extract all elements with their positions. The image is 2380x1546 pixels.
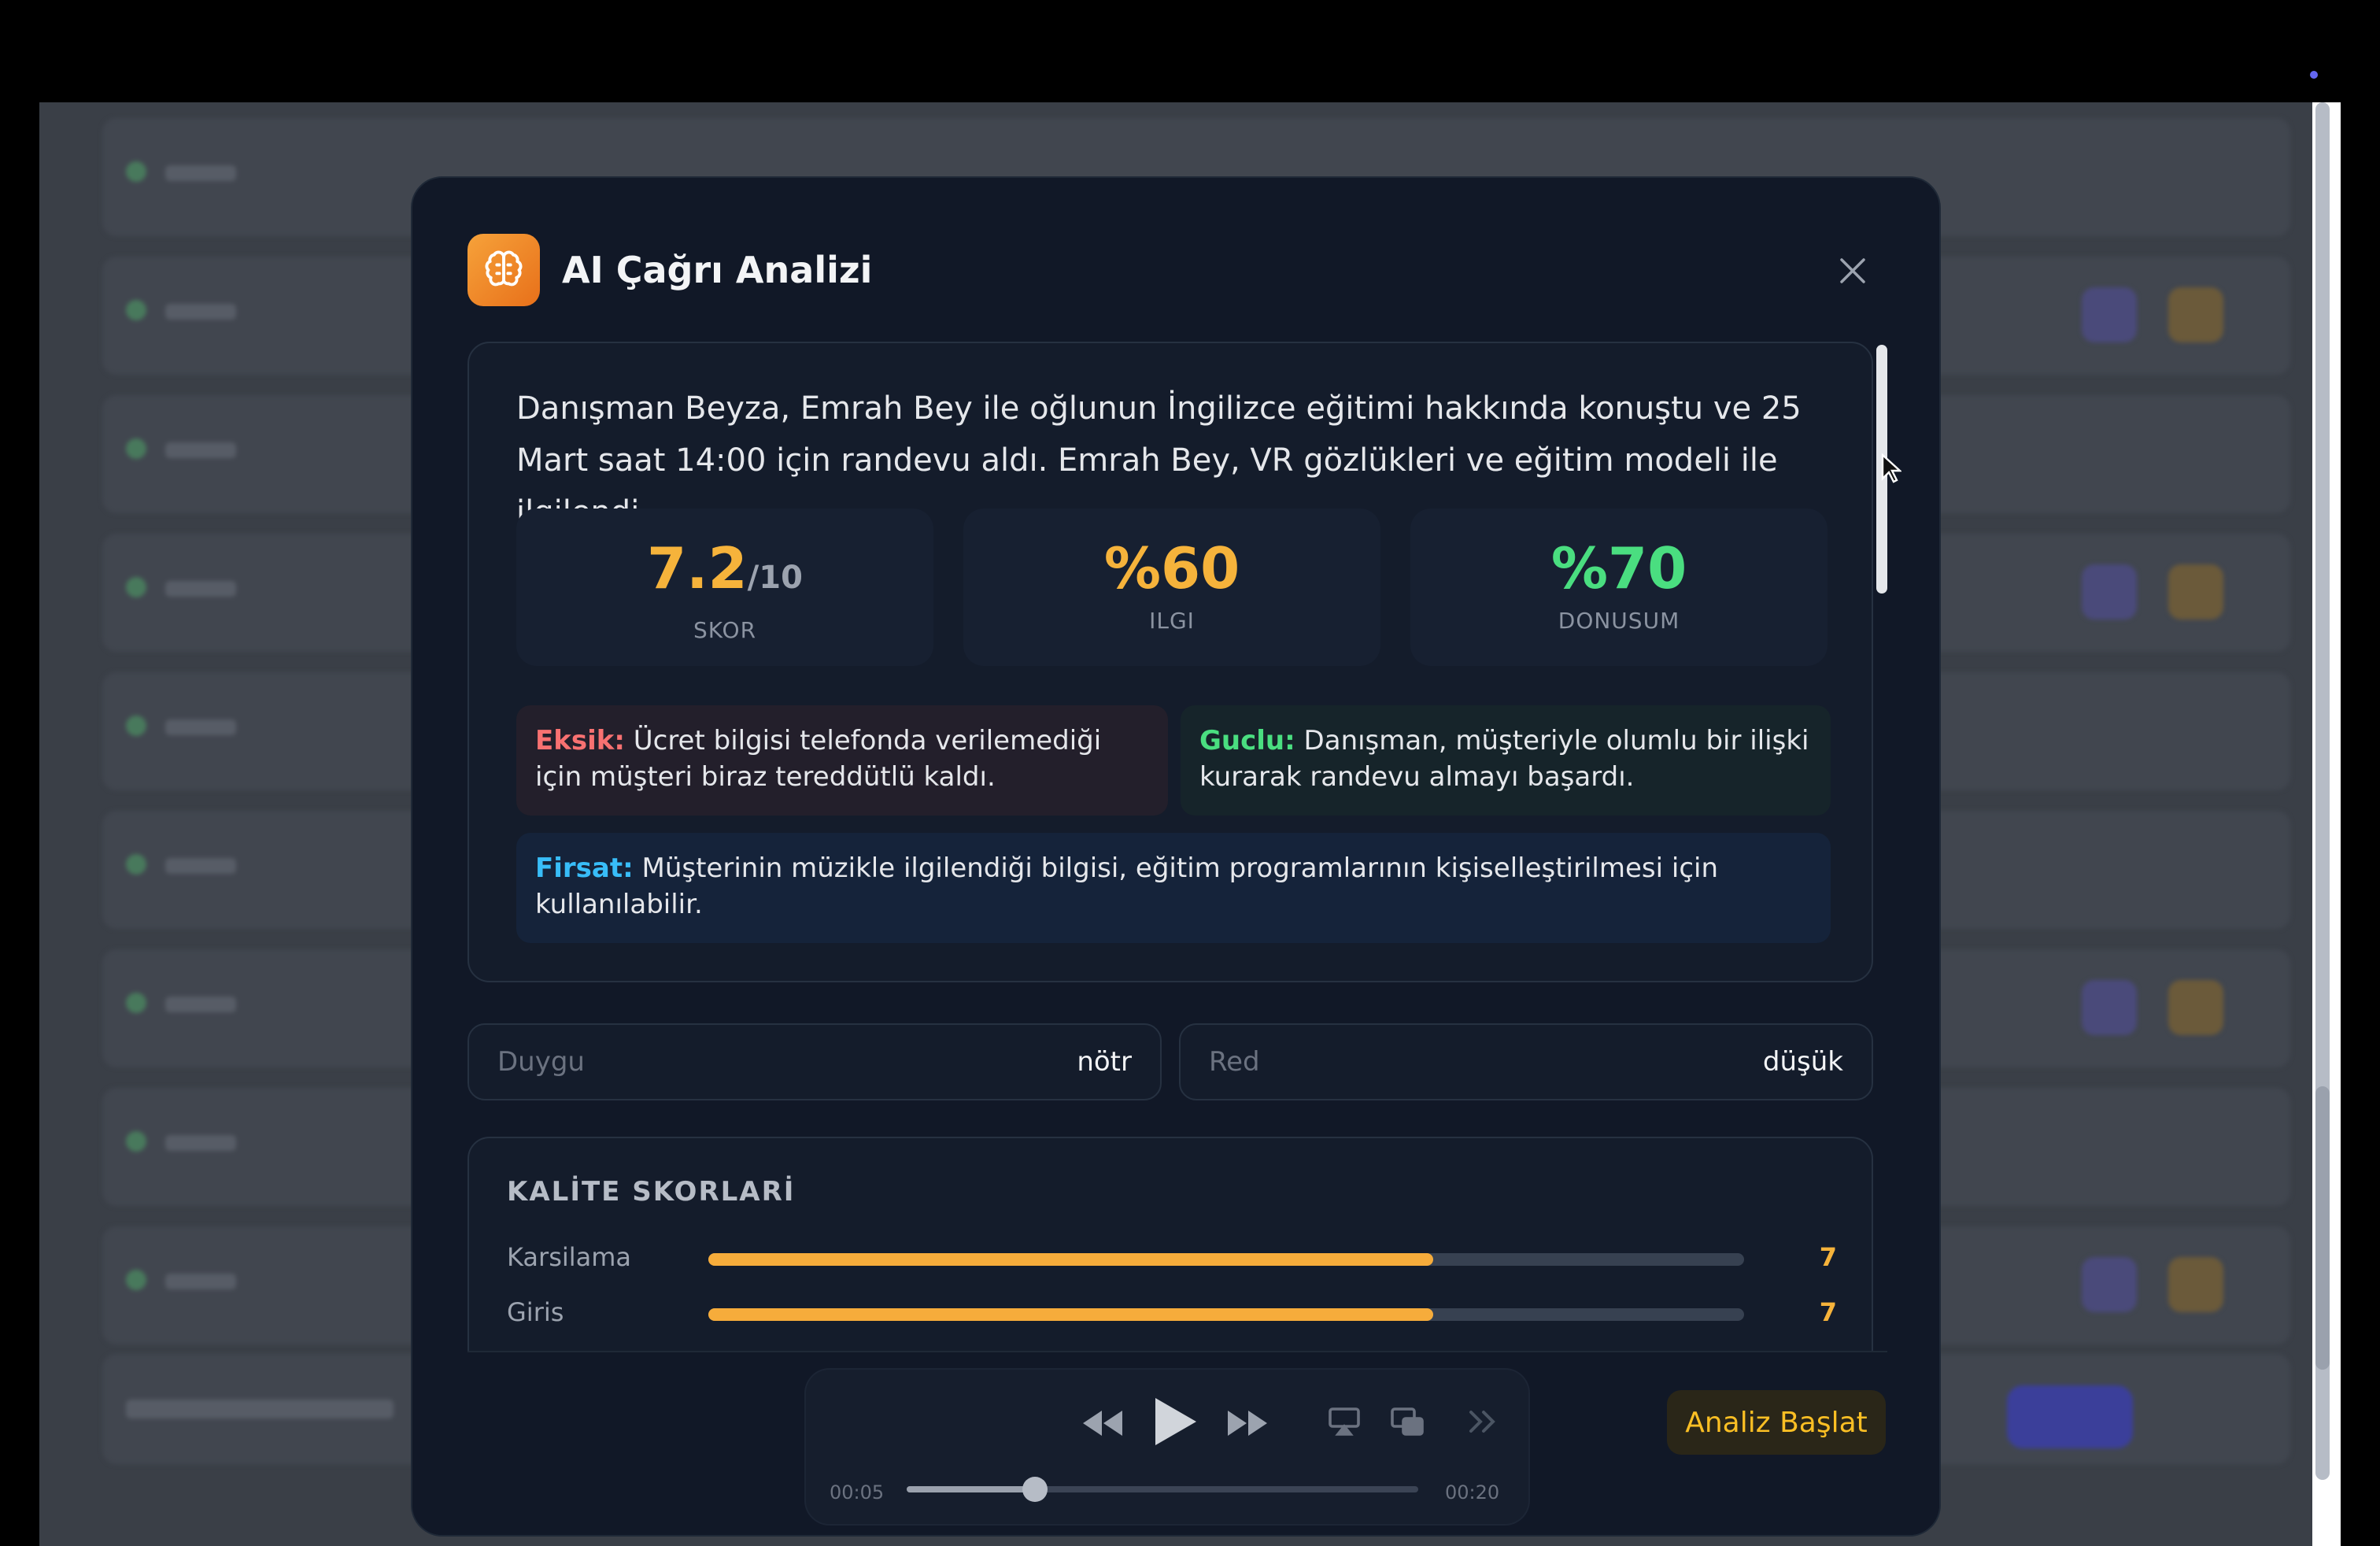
seek-bar-handle[interactable]: [1022, 1477, 1048, 1502]
interest-value: %60: [1103, 535, 1240, 601]
sentiment-label: Duygu: [497, 1046, 585, 1078]
rejection-label: Red: [1209, 1046, 1260, 1078]
background-button: [2082, 980, 2137, 1035]
picture-in-picture-button[interactable]: [1388, 1403, 1426, 1441]
seek-bar[interactable]: [907, 1477, 1418, 1502]
score-value: 7.2/10: [516, 537, 933, 609]
firsat-note: Firsat: Müşterinin müzikle ilgilendiği b…: [516, 833, 1831, 943]
footer-divider: [468, 1351, 1887, 1352]
quality-bar-track: [708, 1308, 1744, 1321]
score-label: SKOR: [693, 617, 757, 643]
modal-footer: 00:05 00:20 Analiz Başlat: [412, 1351, 1939, 1535]
close-icon: [1840, 258, 1865, 283]
background-button: [2082, 287, 2137, 342]
quality-bar-fill: [708, 1253, 1434, 1266]
quality-row: Giris 7: [507, 1297, 1837, 1329]
picture-in-picture-icon: [1391, 1407, 1424, 1436]
conversion-value: %70: [1550, 535, 1687, 601]
brain-icon: [468, 234, 540, 306]
eksik-note: Eksik: Ücret bilgisi telefonda verilemed…: [516, 705, 1168, 816]
background-button: [2168, 287, 2223, 342]
modal-title: AI Çağrı Analizi: [562, 249, 873, 291]
interest-label: ILGI: [1149, 608, 1195, 634]
modal-header: AI Çağrı Analizi: [468, 233, 872, 307]
mouse-cursor: [1881, 453, 1903, 486]
firsat-text: Müşterinin müzikle ilgilendiği bilgisi, …: [535, 853, 1719, 920]
score-number: 7.2: [647, 535, 748, 601]
quality-row: Karsilama 7: [507, 1242, 1837, 1274]
fast-forward-button[interactable]: [1225, 1401, 1269, 1445]
close-button[interactable]: [1829, 247, 1876, 294]
quality-bar-track: [708, 1253, 1744, 1266]
conversion-card: %70 DONUSUM: [1410, 509, 1828, 666]
rejection-value: düşük: [1762, 1046, 1843, 1078]
quality-value: 7: [1819, 1242, 1837, 1272]
interest-card: %60 ILGI: [963, 509, 1380, 666]
quality-value: 7: [1819, 1297, 1837, 1327]
skip-button[interactable]: [1464, 1403, 1502, 1441]
audio-player: 00:05 00:20: [806, 1370, 1528, 1524]
summary-panel: Danışman Beyza, Emrah Bey ile oğlunun İn…: [468, 342, 1873, 982]
background-button: [2168, 980, 2223, 1035]
guclu-key: Guclu:: [1199, 725, 1295, 756]
top-bar: [0, 0, 2380, 102]
eksik-key: Eksik:: [535, 725, 625, 756]
background-button: [2082, 564, 2137, 620]
score-card: 7.2/10 SKOR: [516, 509, 933, 666]
fast-forward-icon: [1228, 1411, 1267, 1436]
score-suffix: /10: [747, 560, 803, 596]
status-dot: [2310, 71, 2318, 79]
ai-analysis-modal: AI Çağrı Analizi Danışman Beyza, Emrah B…: [411, 176, 1941, 1537]
duration-time: 00:20: [1445, 1481, 1500, 1503]
double-chevron-right-icon: [1469, 1411, 1495, 1433]
sentiment-field: Duygu nötr: [468, 1023, 1162, 1100]
page-scrollbar-thumb[interactable]: [2315, 1086, 2330, 1370]
firsat-key: Firsat:: [535, 853, 634, 884]
airplay-button[interactable]: [1325, 1403, 1363, 1441]
background-button: [2168, 564, 2223, 620]
page-scrollbar[interactable]: [2312, 102, 2341, 1546]
guclu-note: Guclu: Danışman, müşteriyle olumlu bir i…: [1181, 705, 1831, 816]
sentiment-value: nötr: [1077, 1046, 1132, 1078]
current-time: 00:05: [830, 1481, 885, 1503]
quality-label: Karsilama: [507, 1242, 632, 1272]
background-button: [2082, 1257, 2137, 1312]
rewind-button[interactable]: [1081, 1401, 1125, 1445]
seek-bar-fill: [907, 1486, 1035, 1492]
rewind-icon: [1083, 1411, 1122, 1436]
airplay-icon: [1329, 1407, 1360, 1436]
quality-label: Giris: [507, 1297, 564, 1327]
background-button: [2168, 1257, 2223, 1312]
quality-bar-fill: [708, 1308, 1434, 1321]
play-button[interactable]: [1146, 1392, 1206, 1452]
play-icon: [1155, 1398, 1196, 1445]
conversion-label: DONUSUM: [1558, 608, 1680, 634]
start-analysis-button[interactable]: Analiz Başlat: [1667, 1390, 1886, 1455]
rejection-field: Red düşük: [1179, 1023, 1873, 1100]
quality-title: KALİTE SKORLARİ: [507, 1176, 796, 1208]
